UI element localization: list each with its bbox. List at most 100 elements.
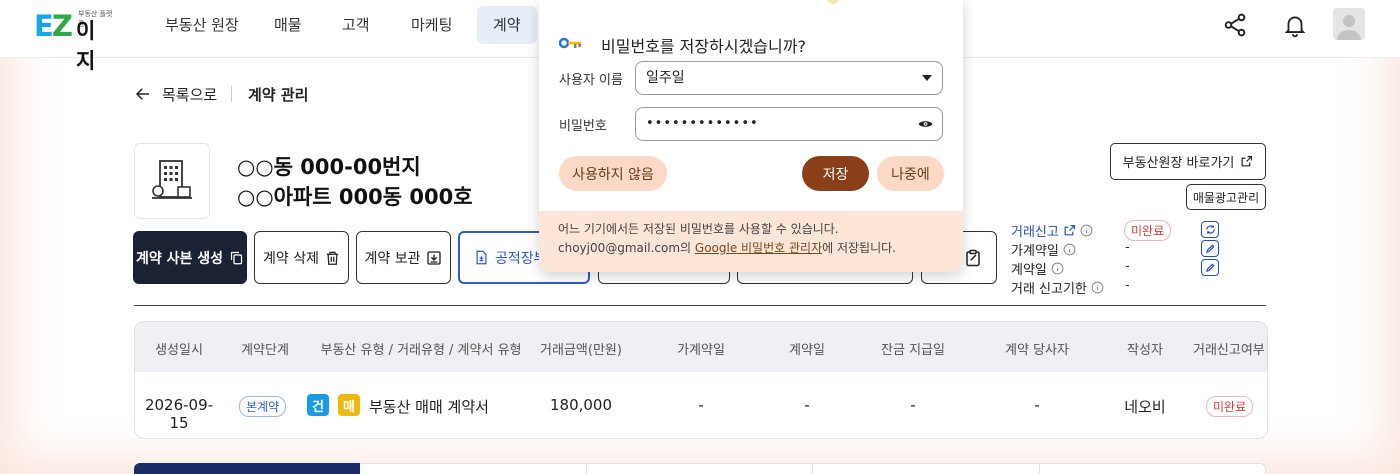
property-address: ○○동 000-00번지 bbox=[237, 155, 421, 179]
logo-z: Z bbox=[51, 9, 73, 43]
cell-contract-type: 부동산 매매 계약서 bbox=[369, 398, 489, 416]
cell-contract-date: - bbox=[804, 396, 810, 414]
info-icon bbox=[1080, 224, 1093, 237]
later-button[interactable]: 나중에 bbox=[877, 156, 944, 191]
cell-balance-date: - bbox=[910, 396, 916, 414]
info-icon bbox=[1091, 281, 1104, 294]
bottom-tab-divider bbox=[586, 464, 587, 474]
logo-e: E bbox=[34, 9, 54, 43]
goto-ledger-label: 부동산원장 바로가기 bbox=[1122, 156, 1235, 171]
external-link-icon bbox=[1064, 225, 1075, 236]
document-icon bbox=[476, 250, 487, 265]
nav-item-ledger[interactable]: 부동산 원장 bbox=[149, 6, 255, 44]
cell-writer: 네오비 bbox=[1124, 398, 1166, 416]
report-status-badge: 미완료 bbox=[1124, 220, 1172, 241]
goto-ledger-button[interactable]: 부동산원장 바로가기 bbox=[1110, 143, 1266, 180]
save-password-button[interactable]: 저장 bbox=[802, 156, 869, 191]
arrow-left-icon bbox=[135, 88, 149, 100]
avatar[interactable] bbox=[1333, 8, 1365, 40]
edit-contract-date-button[interactable] bbox=[1201, 259, 1219, 276]
refresh-report-button[interactable] bbox=[1201, 221, 1219, 238]
column-header-type: 부동산 유형 / 거래유형 / 계약서 유형 bbox=[320, 343, 522, 358]
section-divider bbox=[134, 305, 1266, 306]
edit-icon bbox=[1205, 263, 1215, 272]
cell-stage-badge: 본계약 bbox=[239, 396, 287, 417]
report-status-label[interactable]: 거래신고 bbox=[1011, 221, 1093, 240]
popup-indicator bbox=[827, 0, 839, 4]
ad-manage-button[interactable]: 매물광고관리 bbox=[1186, 184, 1266, 210]
edit-deposit-date-button[interactable] bbox=[1201, 240, 1219, 257]
refresh-icon bbox=[1205, 225, 1215, 234]
clipboard-icon bbox=[966, 249, 980, 266]
key-icon bbox=[559, 37, 581, 49]
popup-footer: 어느 기기에서든 저장된 비밀번호를 사용할 수 있습니다. choyj00@g… bbox=[539, 211, 963, 272]
cell-created: 2026-09-15 bbox=[144, 396, 214, 432]
property-unit: ○○아파트 000동 000호 bbox=[237, 185, 473, 209]
external-link-icon bbox=[1241, 156, 1253, 167]
archive-icon bbox=[427, 250, 442, 265]
popup-footer-line1: 어느 기기에서든 저장된 비밀번호를 사용할 수 있습니다. bbox=[558, 222, 839, 236]
password-manager-link[interactable]: Google 비밀번호 관리자 bbox=[695, 241, 822, 255]
nav-item-customers[interactable]: 고객 bbox=[326, 6, 386, 44]
cell-report-badge: 미완료 bbox=[1206, 396, 1254, 417]
bottom-tab-divider bbox=[812, 464, 813, 474]
nav-item-listings[interactable]: 매물 bbox=[258, 6, 318, 44]
contract-date-label: 계약일 bbox=[1011, 259, 1064, 278]
building-icon bbox=[152, 160, 192, 199]
table-header: 생성일시 계약단계 부동산 유형 / 거래유형 / 계약서 유형 거래금액(만원… bbox=[135, 322, 1267, 372]
ez-logo[interactable]: EZ 부동산 플랫폼 이지 bbox=[34, 9, 114, 73]
logo-ij: 이지 bbox=[76, 19, 96, 73]
bottom-tab-divider bbox=[1039, 464, 1040, 474]
archive-contract-button[interactable]: 계약 보관 bbox=[356, 231, 451, 284]
copy-icon bbox=[230, 251, 243, 265]
column-header-deposit-date: 가계약일 bbox=[677, 343, 725, 358]
archive-contract-label: 계약 보관 bbox=[364, 250, 421, 267]
sale-type-badge: 매 bbox=[338, 394, 360, 416]
username-select[interactable]: 일주일 bbox=[635, 61, 943, 95]
bottom-tab-active[interactable] bbox=[134, 463, 360, 474]
breadcrumb-current: 계약 관리 bbox=[248, 86, 309, 104]
info-icon bbox=[1051, 262, 1064, 275]
property-thumbnail bbox=[134, 143, 210, 219]
bell-icon[interactable] bbox=[1282, 12, 1308, 38]
back-to-list-link[interactable]: 목록으로 bbox=[134, 84, 217, 104]
contract-table: 생성일시 계약단계 부동산 유형 / 거래유형 / 계약서 유형 거래금액(만원… bbox=[134, 321, 1268, 439]
password-field[interactable]: ••••••••••••• bbox=[635, 107, 943, 141]
deposit-date-value: - bbox=[1125, 240, 1130, 255]
password-label: 비밀번호 bbox=[559, 119, 607, 134]
page: EZ 부동산 플랫폼 이지 부동산 원장 매물 고객 마케팅 계약 목록으로 계… bbox=[0, 0, 1400, 474]
popup-footer-line2: choyj00@gmail.com의 Google 비밀번호 관리자에 저장됩니… bbox=[558, 241, 896, 255]
never-save-button[interactable]: 사용하지 않음 bbox=[559, 156, 667, 191]
column-header-report: 거래신고여부 bbox=[1193, 343, 1265, 358]
username-value: 일주일 bbox=[646, 70, 685, 86]
column-header-stage: 계약단계 bbox=[241, 343, 289, 358]
breadcrumb-divider bbox=[231, 86, 232, 102]
column-header-contract-date: 계약일 bbox=[789, 343, 825, 358]
column-header-balance-date: 잔금 지급일 bbox=[881, 343, 945, 358]
save-password-popup: 비밀번호를 저장하시겠습니까? 사용자 이름 일주일 비밀번호 ••••••••… bbox=[539, 0, 963, 272]
column-header-party: 계약 당사자 bbox=[1005, 343, 1069, 358]
info-icon bbox=[1063, 243, 1076, 256]
nav-item-marketing[interactable]: 마케팅 bbox=[395, 6, 468, 44]
nav-item-contracts[interactable]: 계약 bbox=[477, 6, 537, 44]
share-icon[interactable] bbox=[1222, 12, 1248, 38]
cell-deposit-date: - bbox=[698, 396, 704, 414]
report-deadline-value: - bbox=[1125, 278, 1130, 293]
chevron-down-icon bbox=[922, 75, 932, 81]
building-type-badge: 건 bbox=[307, 394, 329, 416]
popup-title: 비밀번호를 저장하시겠습니까? bbox=[601, 37, 806, 56]
copy-contract-button[interactable]: 계약 사본 생성 bbox=[133, 231, 247, 284]
cell-party: - bbox=[1034, 396, 1040, 414]
username-label: 사용자 이름 bbox=[559, 73, 623, 88]
column-header-writer: 작성자 bbox=[1127, 343, 1163, 358]
contract-date-value: - bbox=[1125, 259, 1130, 274]
delete-contract-button[interactable]: 계약 삭제 bbox=[254, 231, 349, 284]
edit-icon bbox=[1205, 244, 1215, 253]
back-label: 목록으로 bbox=[162, 85, 218, 104]
password-value: ••••••••••••• bbox=[646, 116, 759, 131]
deposit-date-label: 가계약일 bbox=[1011, 240, 1076, 259]
delete-contract-label: 계약 삭제 bbox=[263, 250, 319, 267]
property-title: ○○동 000-00번지 ○○아파트 000동 000호 bbox=[237, 152, 473, 212]
trash-icon bbox=[326, 251, 339, 265]
eye-icon[interactable] bbox=[918, 118, 933, 130]
